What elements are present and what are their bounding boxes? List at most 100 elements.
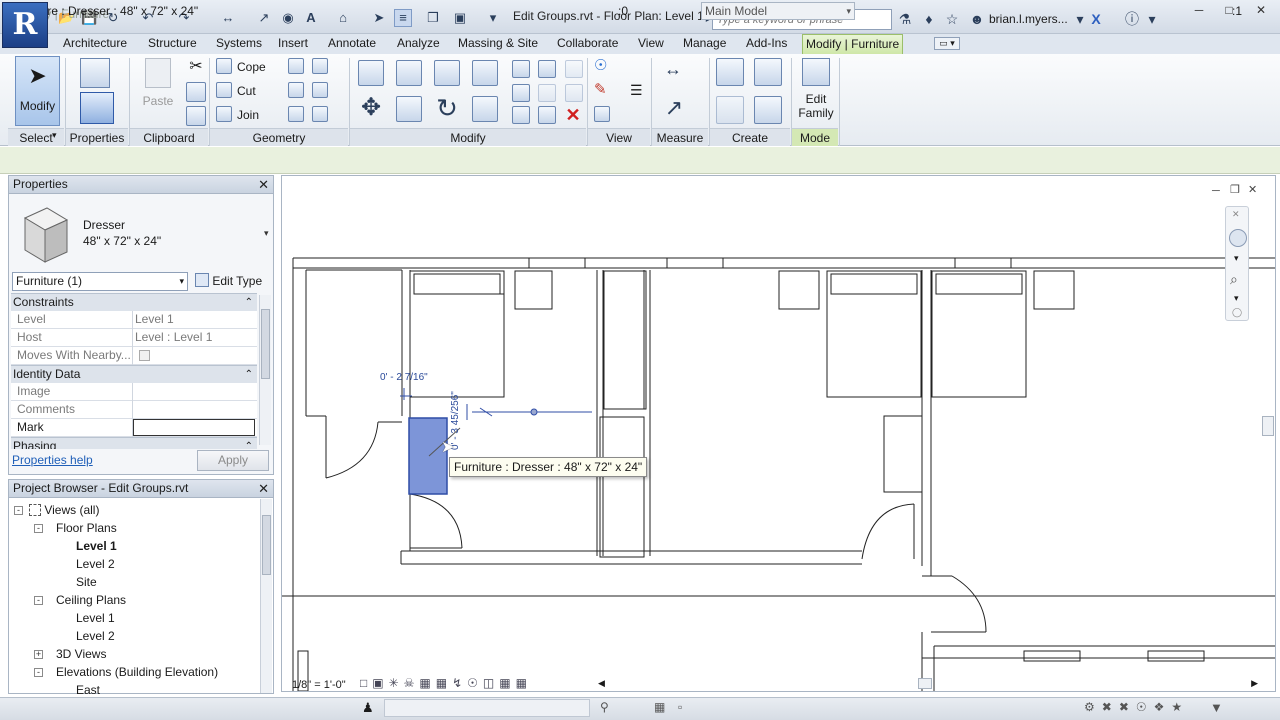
paint-icon[interactable] (312, 82, 328, 98)
tab-collaborate[interactable]: Collaborate (554, 34, 621, 54)
delete-icon[interactable]: ✕ (563, 106, 583, 126)
section-constraints[interactable]: Constraints ⌃ (11, 293, 257, 311)
close-icon[interactable]: ✕ (258, 480, 269, 497)
properties-toggle-icon[interactable] (80, 92, 114, 124)
cope-label[interactable]: Cope (237, 60, 266, 74)
prop-image[interactable]: Image (11, 383, 257, 401)
tag-icon[interactable]: ◉ (279, 9, 297, 27)
copy-icon[interactable] (186, 82, 206, 102)
prop-mark[interactable]: Mark (11, 419, 257, 437)
linework-icon[interactable]: ☰ (630, 82, 646, 98)
view-control-icons[interactable]: □▣✳☠▦▦↯☉◫▦▦ (360, 676, 532, 690)
properties-help-link[interactable]: Properties help (12, 453, 93, 467)
3d-view-icon[interactable]: ⌂ (334, 9, 352, 27)
unpin-icon[interactable] (565, 60, 583, 78)
measure-distance-icon[interactable]: ↔ (658, 60, 688, 80)
mirror-axis-icon[interactable] (434, 60, 460, 86)
moves-checkbox[interactable] (139, 350, 150, 361)
view-minimize-icon[interactable]: ─ (1212, 185, 1220, 197)
section-identity-data[interactable]: Identity Data ⌃ (11, 365, 257, 383)
edit-family-button[interactable]: Edit Family (796, 58, 836, 124)
type-selector-dropdown-icon[interactable]: ▾ (264, 228, 269, 239)
tab-add-ins[interactable]: Add-Ins (743, 34, 790, 54)
text-icon[interactable]: A (302, 9, 320, 27)
tab-modify-furniture[interactable]: Modify | Furniture (802, 34, 904, 54)
edit-profile-icon[interactable] (288, 106, 304, 122)
apply-button[interactable]: Apply (197, 450, 269, 471)
help-dropdown-icon[interactable]: ▾ (1143, 10, 1161, 28)
ribbon-minimize-icon[interactable]: ▭ ▾ (934, 37, 960, 50)
tab-massing-site[interactable]: Massing & Site (455, 34, 541, 54)
active-workset-select[interactable] (384, 699, 590, 717)
cut-label[interactable]: Cut (237, 84, 256, 98)
type-size[interactable]: 48" x 72" x 24" (83, 234, 161, 248)
remove-paint-icon[interactable] (312, 106, 328, 122)
aligned-dimension-icon[interactable]: ↗ (660, 96, 688, 122)
split-gap-icon[interactable] (538, 60, 556, 78)
exchange-apps-icon[interactable]: X (1087, 10, 1105, 28)
paste-button[interactable]: Paste (138, 58, 178, 120)
switch-windows-icon[interactable]: ▣ (451, 9, 469, 27)
trim-single-icon[interactable] (538, 106, 556, 124)
vertical-scroll-thumb[interactable] (1262, 416, 1274, 436)
thin-lines-icon[interactable]: ≡ (394, 9, 412, 27)
tab-insert[interactable]: Insert (275, 34, 311, 54)
qat-dropdown-icon[interactable]: ▾ (484, 9, 502, 27)
tab-annotate[interactable]: Annotate (325, 34, 379, 54)
collapse-toggle-icon[interactable]: - (34, 596, 43, 605)
move-icon[interactable]: ✥ (358, 96, 384, 122)
worksets-icon[interactable]: ♟ (362, 700, 374, 716)
instance-filter-select[interactable]: Furniture (1) ▾ (12, 272, 188, 291)
array-icon[interactable] (512, 84, 530, 102)
scroll-thumb[interactable] (918, 678, 932, 689)
tree-ceiling-plans[interactable]: Ceiling Plans (56, 593, 126, 607)
create-assembly-icon[interactable] (716, 58, 744, 86)
scroll-thumb[interactable] (262, 515, 271, 575)
tree-ceiling-level-2[interactable]: Level 2 (76, 629, 115, 643)
selection-option-icons[interactable]: ⚙✖✖☉❖★ (1084, 700, 1189, 714)
demolish-icon[interactable] (312, 58, 328, 74)
favorites-star-icon[interactable]: ☆ (943, 10, 961, 28)
properties-scrollbar[interactable] (259, 295, 271, 445)
split-face-icon[interactable] (288, 82, 304, 98)
match-type-icon[interactable] (186, 106, 206, 126)
tree-floor-site[interactable]: Site (76, 575, 97, 589)
nav-options-icon[interactable]: ◯ (1232, 307, 1242, 318)
tab-manage[interactable]: Manage (680, 34, 729, 54)
edit-type-button[interactable]: Edit Type (195, 272, 262, 290)
cope-icon[interactable] (216, 58, 232, 74)
join-label[interactable]: Join (237, 108, 259, 122)
create-parts-icon[interactable] (754, 58, 782, 86)
close-hidden-icon[interactable]: ❐ (424, 9, 442, 27)
editable-filter-icon[interactable]: ⚲ (600, 700, 609, 714)
tab-architecture[interactable]: Architecture (60, 34, 130, 54)
dimension-icon[interactable]: ↗ (255, 9, 273, 27)
tree-3d-views[interactable]: 3D Views (56, 647, 106, 661)
prop-host[interactable]: Host Level : Level 1 (11, 329, 257, 347)
prop-level[interactable]: Level Level 1 (11, 311, 257, 329)
wall-joins-icon[interactable] (288, 58, 304, 74)
nav-dropdown-icon[interactable]: ▾ (1234, 253, 1239, 264)
scroll-left-icon[interactable]: ◀ (598, 678, 605, 689)
section-phasing[interactable]: Phasing ⌃ (11, 437, 257, 449)
expand-toggle-icon[interactable]: + (34, 650, 43, 659)
type-name[interactable]: Dresser (83, 218, 125, 232)
user-icon[interactable]: ☻ (968, 10, 986, 28)
cut-scissors-icon[interactable]: ✂ (186, 58, 206, 78)
tab-analyze[interactable]: Analyze (394, 34, 443, 54)
user-name[interactable]: brian.l.myers... (989, 12, 1068, 26)
trim-multiple-icon[interactable] (512, 106, 530, 124)
section-icon[interactable]: ➤ (370, 9, 388, 27)
close-icon[interactable]: ✕ (258, 176, 269, 193)
tab-structure[interactable]: Structure (145, 34, 200, 54)
help-icon[interactable]: ⓘ (1123, 10, 1141, 28)
app-menu-button[interactable]: R (2, 2, 48, 48)
view-restore-icon[interactable]: ❐ (1230, 183, 1240, 196)
join-icon[interactable] (216, 106, 232, 122)
hide-in-view-icon[interactable]: ☉ (594, 58, 610, 74)
browser-scrollbar[interactable] (260, 499, 272, 693)
split-element-icon[interactable] (512, 60, 530, 78)
copy-element-icon[interactable] (396, 96, 422, 122)
binoculars-icon[interactable]: ⚗ (896, 10, 914, 28)
close-window-icon[interactable]: ✕ (1248, 2, 1274, 20)
